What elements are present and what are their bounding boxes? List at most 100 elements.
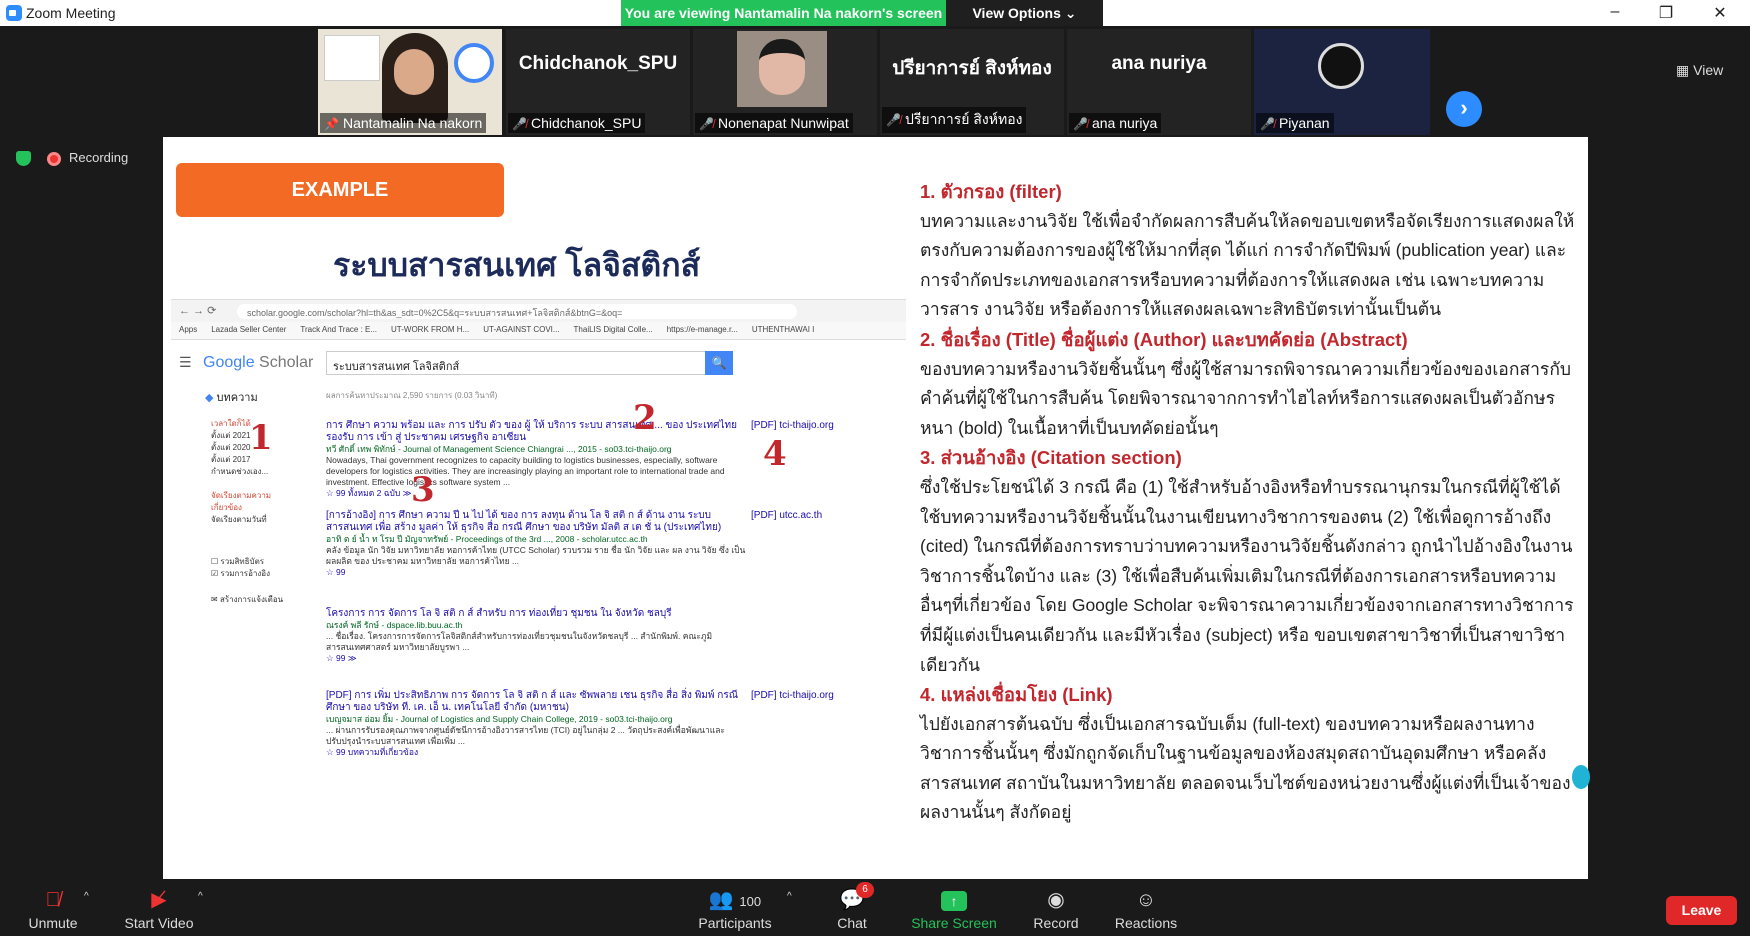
muted-mic-icon: 🎤̸ — [1260, 117, 1275, 131]
grid-icon: ▦ — [1676, 62, 1694, 78]
annotation-1: 1 — [249, 418, 273, 458]
participant-label: 🎤̸ Chidchanok_SPU — [508, 113, 646, 133]
annotation-2: 2 — [633, 398, 657, 438]
viewing-message: You are viewing Nantamalin Na nakorn's s… — [621, 0, 946, 26]
search-result: โครงการ การ จัดการ โล จิ สติ ก ส์ สำหรับ… — [326, 608, 713, 663]
participant-tile[interactable]: 📌 Nantamalin Na nakorn — [318, 29, 502, 135]
example-banner: EXAMPLE — [176, 163, 504, 217]
muted-mic-icon: 🎤̸ — [512, 117, 527, 131]
section-body: ของบทความหรืองานวิจัยชิ้นนั้นๆ ซึ่งผู้ใช… — [920, 358, 1572, 438]
search-result: การ ศึกษา ความ พร้อม และ การ ปรับ ตัว ขอ… — [326, 420, 834, 498]
participant-face — [394, 49, 434, 95]
record-button[interactable]: ◉ Record — [1026, 887, 1086, 931]
annotation-3: 3 — [411, 470, 435, 510]
menu-icon: ☰ — [179, 354, 192, 370]
search-result: [PDF] การ เพิ่ม ประสิทธิภาพ การ จัดการ โ… — [326, 690, 834, 757]
close-icon[interactable]: ✕ — [1710, 3, 1730, 23]
nav-arrows-icon: ← → ⟳ — [179, 305, 217, 317]
meeting-toolbar: 🎙̸ Unmute ^ ▶̸ Start Video ^ 👥 100 Parti… — [0, 879, 1750, 936]
scholar-screenshot: ← → ⟳ scholar.google.com/scholar?hl=th&a… — [171, 299, 906, 859]
muted-mic-icon: 🎤̸ — [1073, 117, 1088, 131]
annotation-toggle-icon[interactable] — [1572, 765, 1590, 789]
participant-strip: 📌 Nantamalin Na nakorn Chidchanok_SPU 🎤̸ C… — [0, 26, 1750, 138]
recording-indicator[interactable]: Recording — [16, 150, 129, 167]
participant-label: 🎤̸ ปรียาการย์ สิงห์ทอง — [882, 107, 1027, 133]
start-video-label: Start Video — [124, 915, 194, 931]
video-off-icon: ▶̸ — [151, 889, 167, 911]
leave-button[interactable]: Leave — [1666, 896, 1737, 925]
section-heading: 2. ชื่อเรื่อง (Title) ชื่อผู้แต่ง (Autho… — [920, 328, 1408, 350]
view-button[interactable]: ▦ View — [1676, 62, 1723, 79]
minimize-icon[interactable]: – — [1605, 3, 1625, 21]
restore-icon[interactable]: ❐ — [1656, 3, 1676, 23]
participant-label: 🎤̸ Piyanan — [1256, 113, 1334, 133]
window-titlebar: Zoom Meeting You are viewing Nantamalin … — [0, 0, 1750, 26]
share-screen-icon: ↑ — [904, 887, 1004, 913]
recording-label: Recording — [69, 150, 129, 165]
address-bar: scholar.google.com/scholar?hl=th&as_sdt=… — [237, 304, 797, 319]
start-video-button[interactable]: ▶̸ Start Video — [120, 887, 198, 931]
participant-tile[interactable]: ปรียาการย์ สิงห์ทอง 🎤̸ ปรียาการย์ สิงห์ทอ… — [880, 29, 1064, 135]
section-heading: 4. แหล่งเชื่อมโยง (Link) — [920, 684, 1113, 706]
muted-mic-icon: 🎙̸ — [45, 889, 61, 911]
slide-thumbnail — [324, 35, 380, 81]
explanation-text: 1. ตัวกรอง (filter) บทความและงานวิจัย ใช… — [920, 177, 1580, 828]
participant-name: ana nuriya — [1111, 53, 1207, 74]
browser-chrome: ← → ⟳ scholar.google.com/scholar?hl=th&a… — [171, 300, 906, 322]
participants-count: 100 — [739, 894, 762, 909]
participants-button[interactable]: 👥 100 Participants — [690, 887, 780, 931]
search-result: [การอ้างอิง] การ ศึกษา ความ ปี น ไป ได้ … — [326, 510, 823, 577]
shield-icon — [16, 151, 31, 167]
window-title: Zoom Meeting — [26, 5, 116, 21]
unmute-label: Unmute — [28, 915, 78, 931]
share-screen-button[interactable]: ↑ Share Screen — [904, 887, 1004, 931]
participant-tile[interactable]: Chidchanok_SPU 🎤̸ Chidchanok_SPU — [506, 29, 690, 135]
shared-slide: EXAMPLE ระบบสารสนเทศ โลจิสติกส์ ← → ⟳ sc… — [163, 137, 1588, 879]
participants-label: Participants — [698, 915, 772, 931]
section-body: ซึ่งใช้ประโยชน์ได้ 3 กรณี คือ (1) ใช้สำห… — [920, 476, 1574, 675]
participants-chevron-icon[interactable]: ^ — [787, 891, 792, 902]
view-options-button[interactable]: View Options ⌄ — [946, 0, 1103, 26]
participant-tile[interactable]: 🎤̸ Piyanan — [1254, 29, 1430, 135]
chat-label: Chat — [837, 915, 867, 931]
share-screen-label: Share Screen — [911, 915, 997, 931]
participant-face — [759, 39, 805, 95]
participant-label: 🎤̸ ana nuriya — [1069, 113, 1162, 133]
annotation-4: 4 — [763, 434, 787, 474]
participant-tile[interactable]: ana nuriya 🎤̸ ana nuriya — [1067, 29, 1251, 135]
section-body: ไปยังเอกสารต้นฉบับ ซึ่งเป็นเอกสารฉบับเต็… — [920, 713, 1571, 823]
scholar-logo: Google Scholar — [203, 354, 314, 371]
participant-tile[interactable]: 🎤̸ Nonenapat Nunwipat — [693, 29, 877, 135]
obs-logo-icon — [1318, 43, 1364, 89]
participant-label: 📌 Nantamalin Na nakorn — [320, 113, 487, 133]
participants-icon: 👥 100 — [708, 889, 762, 911]
reactions-label: Reactions — [1114, 915, 1178, 931]
section-heading: 3. ส่วนอ้างอิง (Citation section) — [920, 447, 1182, 469]
viewing-banner: You are viewing Nantamalin Na nakorn's s… — [621, 0, 1103, 26]
bookmarks-bar: Apps Lazada Seller Center Track And Trace … — [171, 322, 906, 340]
next-page-button[interactable]: › — [1446, 91, 1482, 127]
audio-options-chevron-icon[interactable]: ^ — [84, 891, 89, 902]
chat-badge: 6 — [856, 882, 874, 898]
record-label: Record — [1033, 915, 1079, 931]
reactions-button[interactable]: ☺ Reactions — [1110, 887, 1182, 931]
participant-name: ปรียาการย์ สิงห์ทอง — [892, 58, 1052, 79]
slide-title: ระบบสารสนเทศ โลจิสติกส์ — [333, 247, 701, 283]
google-logo-icon — [454, 43, 494, 83]
reactions-icon: ☺ — [1135, 889, 1157, 911]
participant-label: 🎤̸ Nonenapat Nunwipat — [695, 113, 853, 133]
video-options-chevron-icon[interactable]: ^ — [198, 891, 203, 902]
muted-mic-icon: 🎤̸ — [886, 113, 901, 127]
scholar-search-box: ระบบสารสนเทศ โลจิสติกส์ — [326, 351, 706, 375]
section-heading: 1. ตัวกรอง (filter) — [920, 181, 1062, 202]
zoom-logo-icon — [6, 5, 22, 21]
unmute-button[interactable]: 🎙̸ Unmute — [22, 887, 84, 931]
articles-tab: ◆ บทความ — [205, 392, 258, 404]
section-body: บทความและงานวิจัย ใช้เพื่อจำกัดผลการสืบค… — [920, 210, 1575, 320]
record-dot-icon — [47, 151, 61, 166]
muted-mic-icon: 🎤̸ — [699, 117, 714, 131]
record-icon: ◉ — [1047, 889, 1065, 911]
pin-icon: 📌 — [324, 117, 339, 131]
result-stats: ผลการค้นหาประมาณ 2,590 รายการ (0.03 วินา… — [326, 391, 498, 400]
participant-name: Chidchanok_SPU — [518, 53, 678, 74]
